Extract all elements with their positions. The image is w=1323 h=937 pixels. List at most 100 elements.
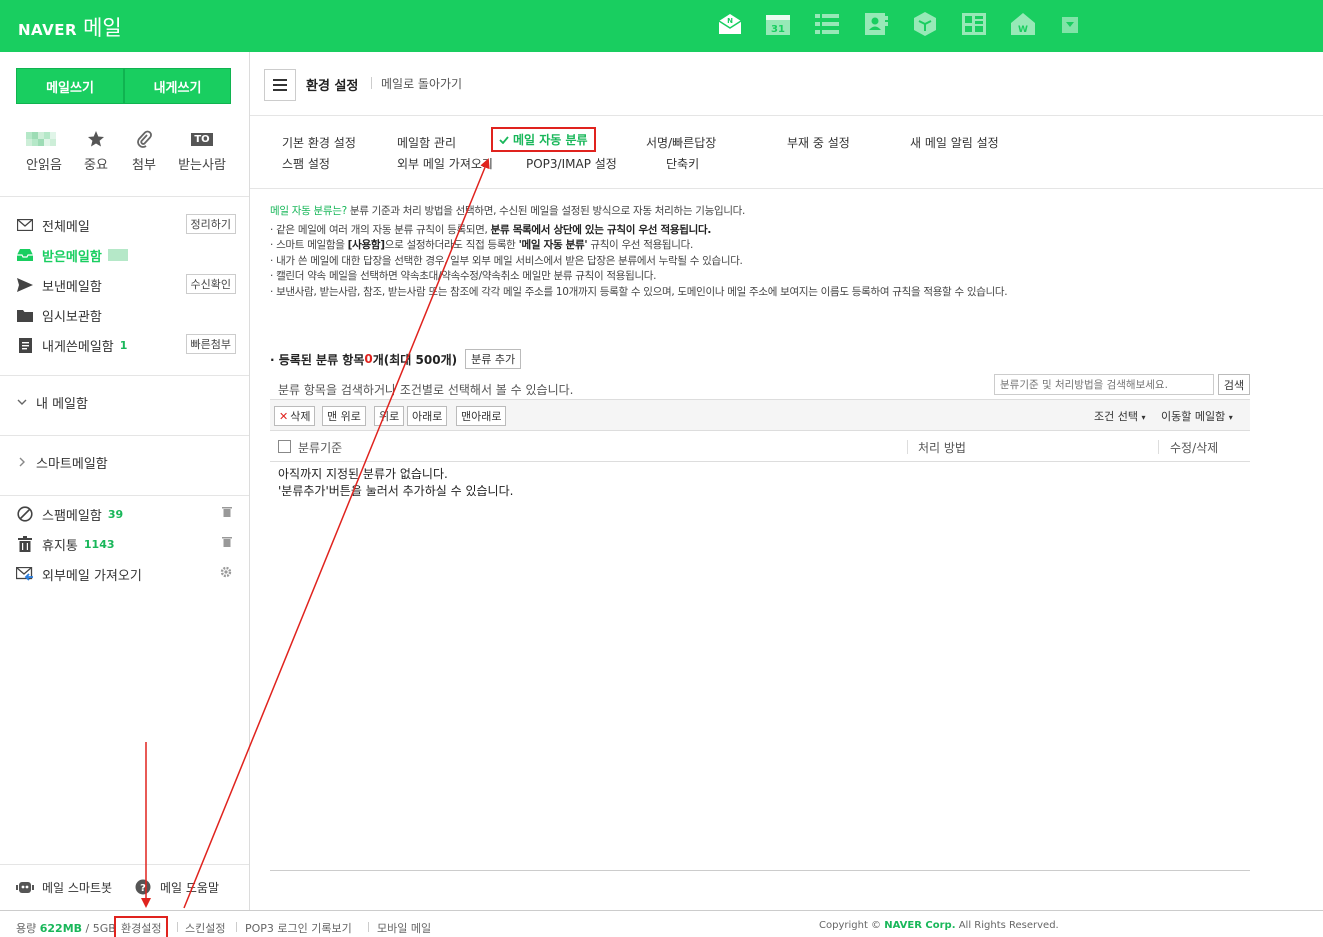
- quick-unread[interactable]: 안읽음: [18, 128, 70, 173]
- usage-quota: / 5GB: [85, 922, 116, 935]
- copyright: Copyright © NAVER Corp. All Rights Reser…: [819, 920, 1059, 931]
- move-bottom-button[interactable]: 맨아래로: [456, 406, 507, 426]
- divider: [250, 188, 1323, 189]
- desc-lead-highlight: 메일 자동 분류는?: [270, 205, 347, 217]
- tab-basic-settings[interactable]: 기본 환경 설정: [282, 134, 356, 151]
- rules-header-max: 개(최대 500개): [372, 352, 458, 367]
- tab-absence[interactable]: 부재 중 설정: [787, 134, 850, 151]
- empty-message: 아직까지 지정된 분류가 없습니다. '분류추가'버튼을 눌러서 추가하실 수 …: [278, 466, 513, 500]
- quick-to-me-label: 받는사람: [178, 158, 226, 173]
- dropdown-icon[interactable]: [1062, 17, 1078, 33]
- target-mailbox-select[interactable]: 이동할 메일함 ▾: [1161, 408, 1233, 424]
- page-title: 환경 설정: [306, 79, 359, 94]
- quick-attachment[interactable]: 첨부: [118, 128, 170, 173]
- mailbox-trash[interactable]: 휴지통 1143: [16, 532, 238, 556]
- list-icon[interactable]: [814, 11, 840, 37]
- caret-down-icon: ▾: [1141, 413, 1146, 422]
- naver-mail-logo[interactable]: NAVER 메일: [18, 12, 122, 42]
- mailbox-drafts-label: 임시보관함: [42, 309, 102, 325]
- contacts-icon[interactable]: [863, 11, 889, 37]
- tab-signature[interactable]: 서명/빠른답장: [646, 134, 716, 151]
- move-top-button[interactable]: 맨 위로: [322, 406, 366, 426]
- select-all-checkbox[interactable]: [278, 440, 291, 453]
- quick-unread-label: 안읽음: [26, 158, 62, 173]
- gear-icon[interactable]: [220, 566, 232, 581]
- smart-mailbox-label: 스마트메일함: [36, 456, 108, 472]
- skin-settings-link[interactable]: 스킨설정: [185, 920, 225, 936]
- rules-table-header: 분류기준 처리 방법 수정/삭제: [270, 432, 1250, 462]
- col-criteria: 분류기준: [298, 441, 343, 455]
- help-label: 메일 도움말: [160, 880, 220, 895]
- tab-spam-settings[interactable]: 스팸 설정: [282, 155, 330, 172]
- logo-brand: NAVER: [18, 21, 78, 39]
- mail-icon[interactable]: N: [717, 11, 743, 37]
- my-mailbox-toggle[interactable]: 내 메일함: [16, 390, 238, 414]
- cube-icon[interactable]: [912, 11, 938, 37]
- tab-shortcuts[interactable]: 단축키: [666, 155, 699, 172]
- tab-new-mail-alert[interactable]: 새 메일 알림 설정: [910, 134, 999, 151]
- unread-count-blur: [107, 249, 128, 261]
- compose-button[interactable]: 메일쓰기: [16, 68, 124, 104]
- quick-to-me[interactable]: TO 받는사람: [176, 128, 228, 173]
- mailbox-sent-label: 보낸메일함: [42, 279, 102, 295]
- desc-line: · 같은 메일에 여러 개의 자동 분류 규칙이 등록되면,: [270, 223, 491, 236]
- add-rule-button[interactable]: 분류 추가: [465, 349, 522, 369]
- mailbox-all[interactable]: 전체메일 정리하기: [16, 213, 238, 237]
- cleanup-button[interactable]: 정리하기: [185, 214, 236, 234]
- copyright-prefix: Copyright ©: [819, 920, 882, 931]
- desc-line: · 내가 쓴 메일에 대한 답장을 선택한 경우, 일부 외부 메일 서비스에서…: [270, 254, 743, 267]
- pop3-log-link[interactable]: POP3 로그인 기록보기: [245, 920, 352, 936]
- smart-mailbox-toggle[interactable]: 스마트메일함: [16, 450, 238, 474]
- help-button[interactable]: ? 메일 도움말: [134, 878, 219, 896]
- desc-line: · 캘린더 약속 메일을 선택하면 약속초대/약속수정/약속취소 메일만 분류 …: [270, 270, 657, 282]
- mailbox-self-count: 1: [119, 338, 128, 352]
- quick-important[interactable]: 중요: [70, 128, 122, 173]
- desc-line: · 스마트 메일함을: [270, 239, 348, 251]
- calendar-icon[interactable]: 31: [765, 11, 791, 37]
- desc-bold: [사용함]: [347, 239, 385, 251]
- mailbox-inbox[interactable]: 받은메일함: [16, 243, 238, 267]
- delete-button[interactable]: ✕ 삭제: [274, 406, 316, 426]
- settings-link[interactable]: 환경설정: [114, 916, 169, 937]
- mailbox-all-label: 전체메일: [42, 219, 90, 235]
- help-icon: ?: [134, 878, 152, 896]
- paperclip-icon: [118, 128, 170, 150]
- tab-auto-sort[interactable]: 메일 자동 분류: [491, 127, 596, 152]
- search-button[interactable]: 검색: [1218, 374, 1250, 395]
- mailbox-self[interactable]: 내게쓴메일함 1 빠른첨부: [16, 333, 238, 357]
- inbox-icon: [16, 246, 34, 264]
- mailbox-external[interactable]: 외부메일 가져오기: [16, 562, 238, 586]
- mailbox-drafts[interactable]: 임시보관함: [16, 303, 238, 327]
- mailbox-spam[interactable]: 스팸메일함 39: [16, 502, 238, 526]
- move-down-button[interactable]: 아래로: [407, 406, 448, 426]
- quick-attach-button[interactable]: 빠른첨부: [185, 334, 236, 354]
- divider: [177, 922, 178, 932]
- move-up-button[interactable]: 위로: [374, 406, 405, 426]
- divider: [0, 375, 249, 376]
- empty-trash-icon[interactable]: [222, 536, 232, 550]
- write-to-self-button[interactable]: 내게쓰기: [124, 68, 231, 104]
- desc-lead: 분류 기준과 처리 방법을 선택하면, 수신된 메일을 설정된 방식으로 자동 …: [346, 205, 746, 217]
- office-icon[interactable]: [961, 11, 987, 37]
- tab-mailbox-management[interactable]: 메일함 관리: [397, 134, 456, 151]
- read-receipt-button[interactable]: 수신확인: [185, 274, 236, 294]
- empty-line-2: '분류추가'버튼을 눌러서 추가하실 수 있습니다.: [278, 484, 514, 498]
- mobile-mail-link[interactable]: 모바일 메일: [377, 920, 431, 936]
- desc-line: 규칙이 우선 적용됩니다.: [587, 239, 694, 251]
- import-icon: [16, 565, 34, 583]
- condition-select[interactable]: 조건 선택 ▾: [1094, 408, 1146, 424]
- menu-button[interactable]: [264, 69, 296, 101]
- works-icon[interactable]: W: [1010, 11, 1036, 37]
- tab-external-mail[interactable]: 외부 메일 가져오기: [397, 155, 493, 172]
- rule-search-input[interactable]: [994, 374, 1214, 395]
- mailbox-sent[interactable]: 보낸메일함 수신확인: [16, 273, 238, 297]
- smartbot-button[interactable]: 메일 스마트봇: [16, 878, 112, 896]
- back-to-mail-link[interactable]: 메일로 돌아가기: [381, 75, 462, 92]
- mailbox-spam-label: 스팸메일함: [42, 508, 102, 524]
- quick-important-label: 중요: [84, 158, 108, 173]
- storage-usage: 용량 622MB / 5GB: [16, 920, 116, 936]
- footer: 용량 622MB / 5GB 환경설정 스킨설정 POP3 로그인 기록보기 모…: [0, 910, 1323, 937]
- empty-trash-icon[interactable]: [222, 506, 232, 520]
- divider: [0, 864, 249, 865]
- tab-pop3-imap[interactable]: POP3/IMAP 설정: [526, 155, 617, 172]
